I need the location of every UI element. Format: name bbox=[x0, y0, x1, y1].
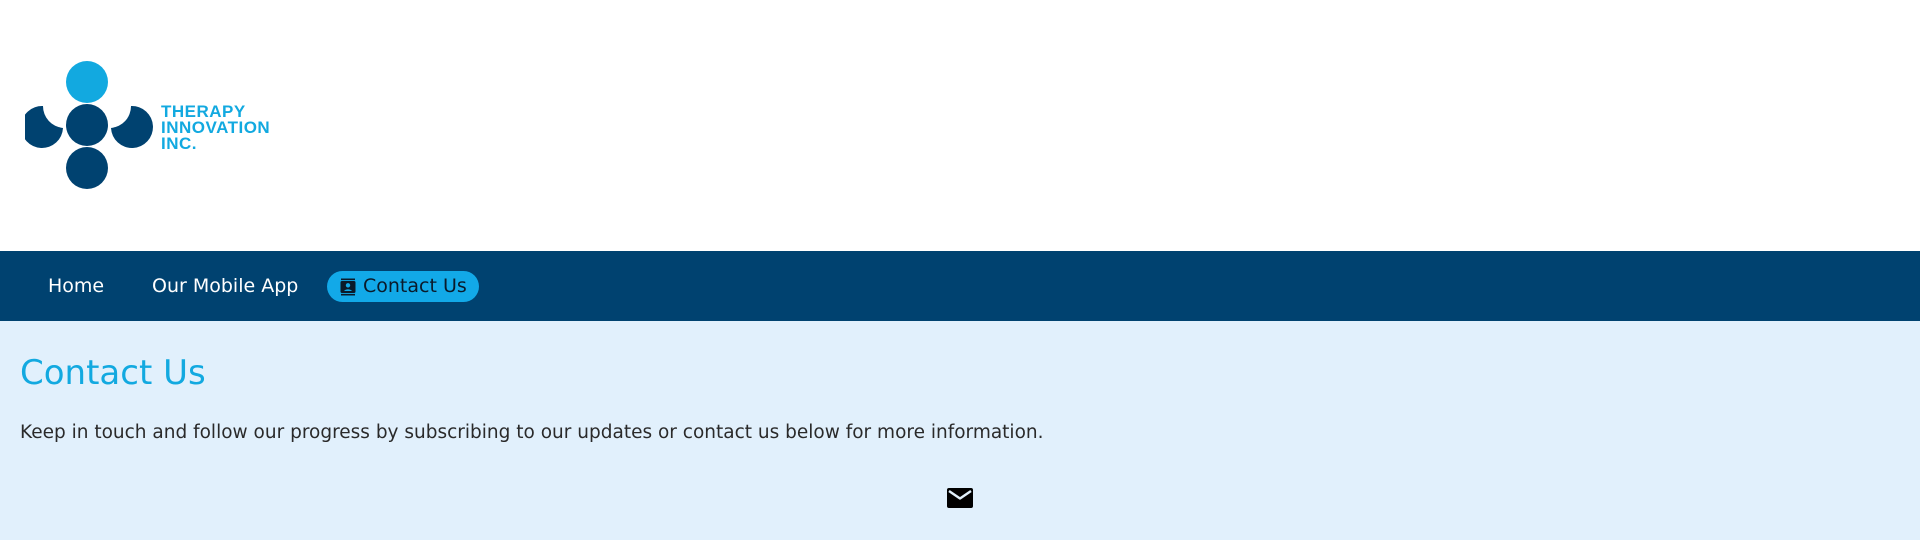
nav-contact-label: Contact Us bbox=[363, 275, 467, 297]
logo-mark-icon bbox=[25, 61, 153, 189]
intro-text: Keep in touch and follow our progress by… bbox=[20, 422, 1044, 443]
logo-wordmark: THERAPY INNOVATION INC. bbox=[161, 103, 270, 153]
nav-item-contact-us[interactable]: Contact Us bbox=[327, 271, 479, 302]
main-navigation: Home Our Mobile App Contact Us bbox=[0, 251, 1920, 321]
site-header: THERAPY INNOVATION INC. bbox=[0, 0, 1920, 251]
site-logo[interactable]: THERAPY INNOVATION INC. bbox=[25, 58, 295, 190]
page-title: Contact Us bbox=[20, 353, 206, 393]
contact-section: Contact Us Keep in touch and follow our … bbox=[0, 321, 1920, 540]
logo-line-3: INC. bbox=[161, 134, 197, 153]
envelope-icon[interactable] bbox=[946, 486, 974, 510]
contact-card-icon bbox=[339, 278, 357, 296]
nav-item-home[interactable]: Home bbox=[48, 271, 104, 301]
nav-item-mobile-app[interactable]: Our Mobile App bbox=[152, 271, 298, 301]
